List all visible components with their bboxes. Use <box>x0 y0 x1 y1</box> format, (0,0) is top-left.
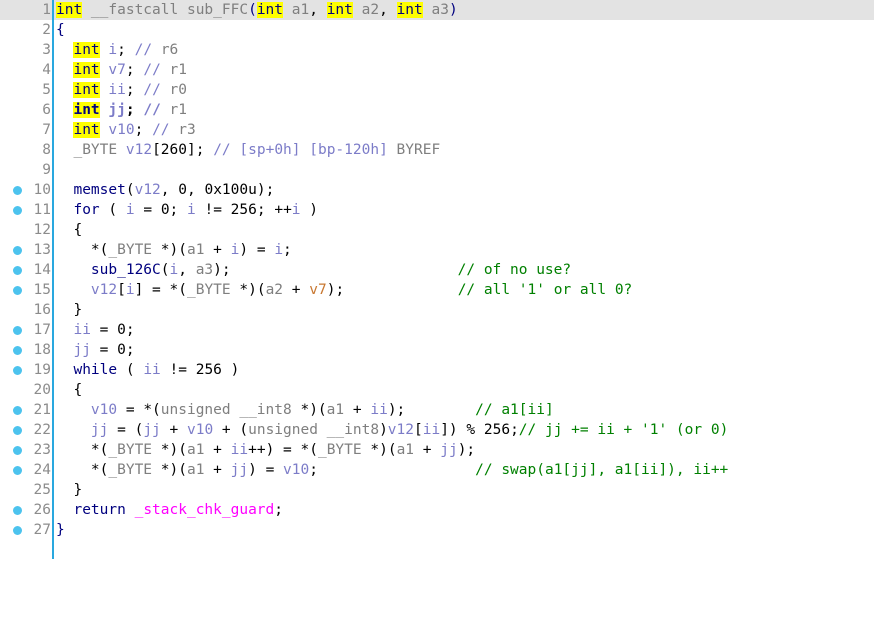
code-text[interactable]: sub_126C(i, a3); // of no use? <box>56 260 571 280</box>
code-line[interactable]: 25 } <box>0 480 874 500</box>
code-line[interactable]: 22 jj = (jj + v10 + (unsigned __int8)v12… <box>0 420 874 440</box>
code-line[interactable]: 21 v10 = *(unsigned __int8 *)(a1 + ii); … <box>0 400 874 420</box>
code-line[interactable]: 20 { <box>0 380 874 400</box>
code-text[interactable]: jj = 0; <box>56 340 134 360</box>
line-number: 14 <box>33 262 51 278</box>
line-number: 9 <box>42 162 51 178</box>
code-text[interactable]: *(_BYTE *)(a1 + jj) = v10; // swap(a1[jj… <box>56 460 728 480</box>
line-number: 19 <box>33 362 51 378</box>
code-fold-guide-line <box>52 0 54 559</box>
code-text[interactable]: _BYTE v12[260]; // [sp+0h] [bp-120h] BYR… <box>56 140 440 160</box>
code-line[interactable]: 12 { <box>0 220 874 240</box>
line-number: 6 <box>42 102 51 118</box>
line-number: 26 <box>33 502 51 518</box>
code-line[interactable]: 14 sub_126C(i, a3); // of no use? <box>0 260 874 280</box>
line-number: 23 <box>33 442 51 458</box>
code-text[interactable]: } <box>56 520 65 540</box>
code-text[interactable] <box>56 160 65 180</box>
line-number: 25 <box>33 482 51 498</box>
line-number: 8 <box>42 142 51 158</box>
line-number: 24 <box>33 462 51 478</box>
code-line[interactable]: 11 for ( i = 0; i != 256; ++i ) <box>0 200 874 220</box>
inline-comment: // of no use? <box>457 262 572 278</box>
code-text[interactable]: int v10; // r3 <box>56 120 196 140</box>
line-number: 2 <box>42 22 51 38</box>
line-number: 3 <box>42 42 51 58</box>
code-text[interactable]: } <box>56 300 82 320</box>
code-text[interactable]: for ( i = 0; i != 256; ++i ) <box>56 200 318 220</box>
code-line[interactable]: 3 int i; // r6 <box>0 40 874 60</box>
code-line[interactable]: 1 int __fastcall sub_FFC(int a1, int a2,… <box>0 0 874 20</box>
code-text[interactable]: } <box>56 480 82 500</box>
code-text[interactable]: int __fastcall sub_FFC(int a1, int a2, i… <box>56 0 458 20</box>
code-text[interactable]: v10 = *(unsigned __int8 *)(a1 + ii); // … <box>56 400 554 420</box>
line-number: 13 <box>33 242 51 258</box>
line-number: 1 <box>42 2 51 18</box>
code-text[interactable]: int jj; // r1 <box>56 100 187 120</box>
code-line[interactable]: 5 int ii; // r0 <box>0 80 874 100</box>
code-line[interactable]: 7 int v10; // r3 <box>0 120 874 140</box>
line-number: 15 <box>33 282 51 298</box>
code-text[interactable]: { <box>56 380 82 400</box>
code-line[interactable]: 17 ii = 0; <box>0 320 874 340</box>
code-line[interactable]: 2 { <box>0 20 874 40</box>
code-line[interactable]: 4 int v7; // r1 <box>0 60 874 80</box>
code-line[interactable]: 16 } <box>0 300 874 320</box>
line-number: 11 <box>33 202 51 218</box>
code-text[interactable]: int i; // r6 <box>56 40 178 60</box>
code-line[interactable]: 23 *(_BYTE *)(a1 + ii++) = *(_BYTE *)(a1… <box>0 440 874 460</box>
line-number: 12 <box>33 222 51 238</box>
code-text[interactable]: while ( ii != 256 ) <box>56 360 239 380</box>
line-number: 27 <box>33 522 51 538</box>
line-number: 18 <box>33 342 51 358</box>
code-text[interactable]: ii = 0; <box>56 320 134 340</box>
code-line[interactable]: 9 <box>0 160 874 180</box>
code-text[interactable]: return _stack_chk_guard; <box>56 500 283 520</box>
code-line[interactable]: 24 *(_BYTE *)(a1 + jj) = v10; // swap(a1… <box>0 460 874 480</box>
line-number: 7 <box>42 122 51 138</box>
code-text[interactable]: memset(v12, 0, 0x100u); <box>56 180 274 200</box>
code-line[interactable]: 15 v12[i] = *(_BYTE *)(a2 + v7); // all … <box>0 280 874 300</box>
code-line[interactable]: 19 while ( ii != 256 ) <box>0 360 874 380</box>
code-text[interactable]: { <box>56 220 82 240</box>
code-text[interactable]: { <box>56 20 65 40</box>
line-number: 21 <box>33 402 51 418</box>
code-line[interactable]: 27 } <box>0 520 874 540</box>
code-text[interactable]: int ii; // r0 <box>56 80 187 100</box>
code-line[interactable]: 6 int jj; // r1 <box>0 100 874 120</box>
line-number: 20 <box>33 382 51 398</box>
code-text[interactable]: *(_BYTE *)(a1 + ii++) = *(_BYTE *)(a1 + … <box>56 440 475 460</box>
line-number: 17 <box>33 322 51 338</box>
code-line[interactable]: 10 memset(v12, 0, 0x100u); <box>0 180 874 200</box>
code-text[interactable]: jj = (jj + v10 + (unsigned __int8)v12[ii… <box>56 420 728 440</box>
pseudocode-editor[interactable]: 1 int __fastcall sub_FFC(int a1, int a2,… <box>0 0 874 559</box>
inline-comment: // jj += ii + '1' (or 0) <box>518 422 729 438</box>
code-line[interactable]: 18 jj = 0; <box>0 340 874 360</box>
code-text[interactable]: *(_BYTE *)(a1 + i) = i; <box>56 240 292 260</box>
code-text[interactable]: v12[i] = *(_BYTE *)(a2 + v7); // all '1'… <box>56 280 632 300</box>
code-line[interactable]: 13 *(_BYTE *)(a1 + i) = i; <box>0 240 874 260</box>
line-number: 5 <box>42 82 51 98</box>
line-number: 16 <box>33 302 51 318</box>
line-number: 4 <box>42 62 51 78</box>
code-line[interactable]: 8 _BYTE v12[260]; // [sp+0h] [bp-120h] B… <box>0 140 874 160</box>
inline-comment: // all '1' or all 0? <box>457 282 633 298</box>
inline-comment: // swap(a1[jj], a1[ii]), ii++ <box>475 462 729 478</box>
line-number: 10 <box>33 182 51 198</box>
code-text[interactable]: int v7; // r1 <box>56 60 187 80</box>
inline-comment: // a1[ii] <box>475 402 554 418</box>
line-number: 22 <box>33 422 51 438</box>
code-line[interactable]: 26 return _stack_chk_guard; <box>0 500 874 520</box>
